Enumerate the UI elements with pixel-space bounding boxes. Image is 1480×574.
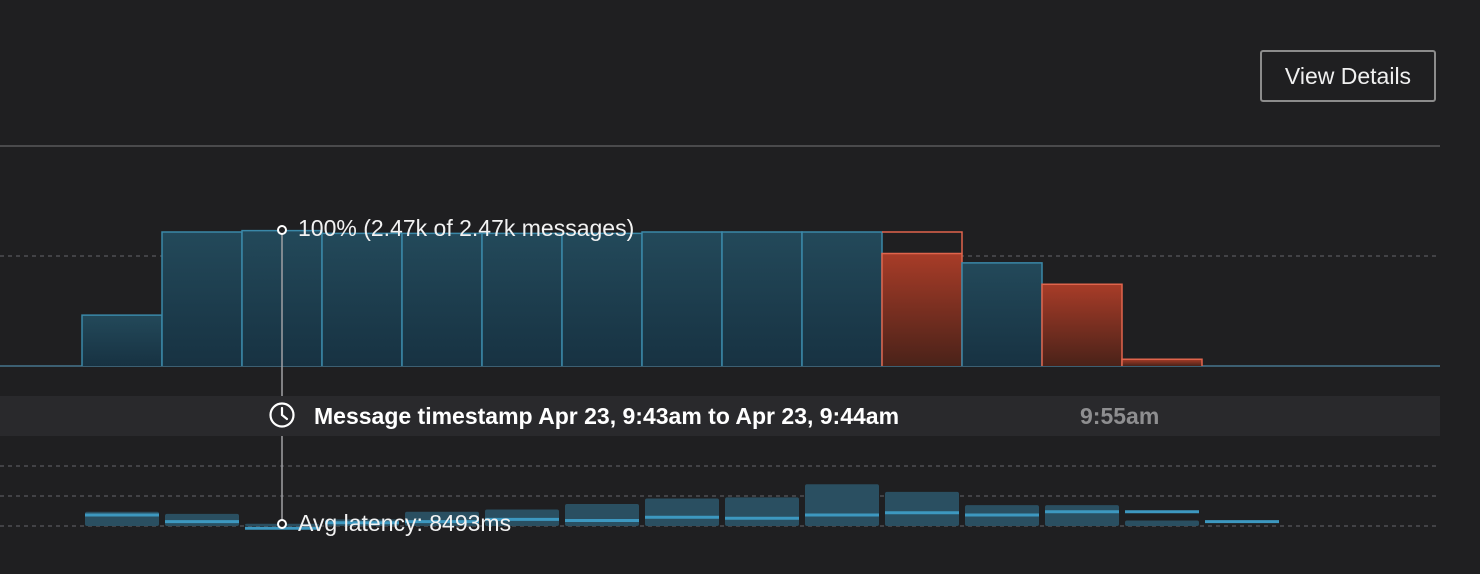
- time-tick-label: 9:55am: [1080, 403, 1160, 429]
- latency-box: [645, 498, 719, 526]
- message-bar: [962, 262, 1042, 366]
- message-bar: [82, 315, 162, 366]
- latency-box: [565, 504, 639, 526]
- chart-canvas[interactable]: [0, 0, 1440, 574]
- tooltip-messages-label: 100% (2.47k of 2.47k messages): [298, 215, 635, 241]
- latency-bars: [85, 484, 1279, 530]
- message-bar: [562, 233, 642, 366]
- message-bar: [402, 233, 482, 366]
- error-outline: [882, 231, 963, 254]
- message-bar: [482, 233, 562, 366]
- message-bar: [322, 233, 402, 366]
- crosshair-point: [277, 225, 287, 235]
- message-bar: [802, 232, 882, 366]
- selected-time-range: Message timestamp Apr 23, 9:43am to Apr …: [314, 403, 900, 429]
- message-bar: [162, 232, 242, 366]
- latency-box: [165, 513, 239, 526]
- tooltip-latency-label: Avg latency: 8493ms: [298, 510, 512, 536]
- message-bar: [1042, 284, 1122, 366]
- message-bar: [722, 232, 802, 366]
- message-bar: [882, 253, 962, 366]
- latency-box: [885, 491, 959, 526]
- latency-box: [805, 484, 879, 526]
- clock-icon: [269, 402, 295, 428]
- message-bars: [81, 229, 1203, 366]
- message-bar: [642, 232, 722, 366]
- crosshair-point: [277, 519, 287, 529]
- latency-box: [725, 497, 799, 526]
- latency-box: [1125, 520, 1199, 526]
- latency-box: [1045, 505, 1119, 526]
- message-bar: [1122, 359, 1202, 366]
